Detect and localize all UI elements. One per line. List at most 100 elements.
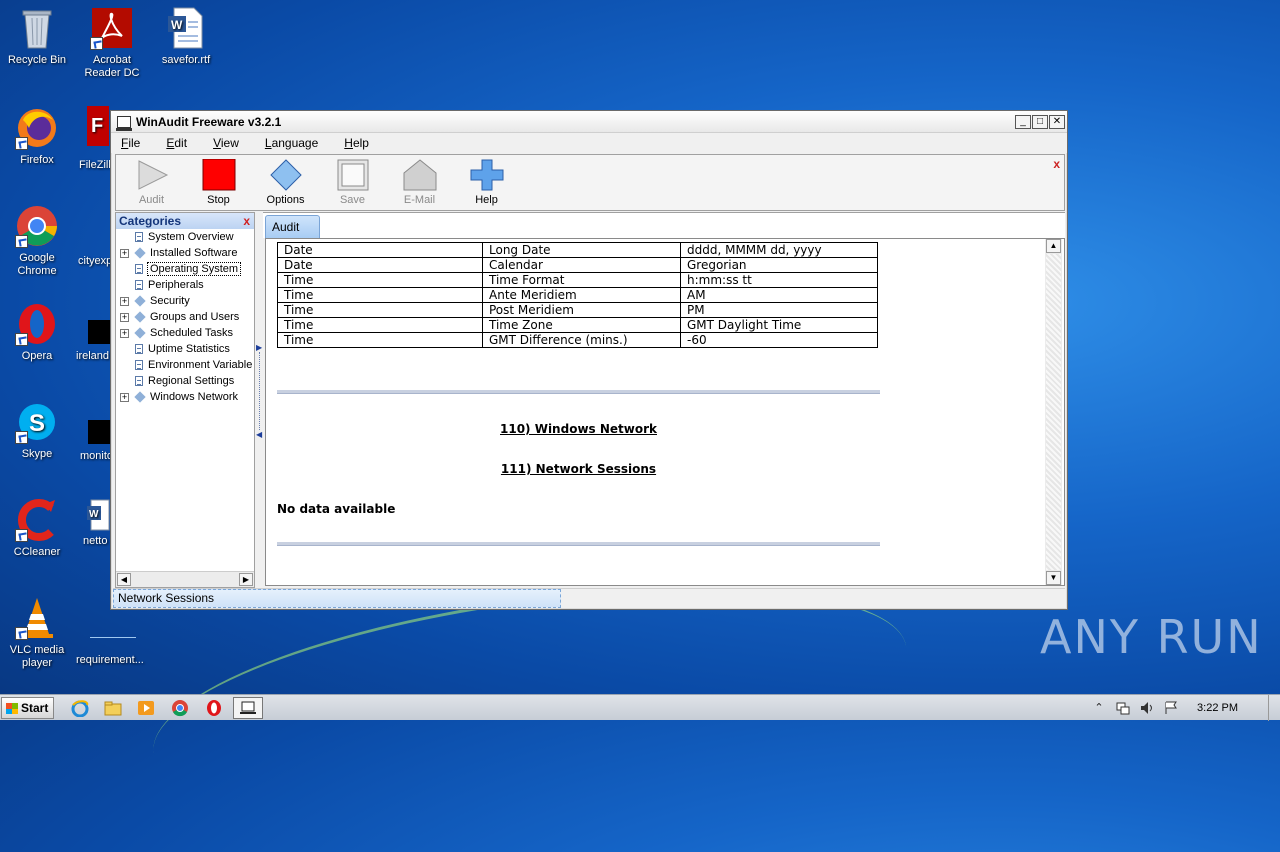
- category-item[interactable]: + Installed Software: [116, 245, 254, 261]
- desktop-icon-label: Recycle Bin: [7, 54, 67, 66]
- value-cell: AM: [680, 287, 878, 303]
- shortcut-arrow-icon: [15, 431, 28, 444]
- category-label: Environment Variable: [148, 359, 253, 371]
- action-center-flag-icon[interactable]: [1164, 701, 1178, 715]
- category-item[interactable]: + Scheduled Tasks: [116, 325, 254, 341]
- section-windows-network: 110) Windows Network: [500, 422, 657, 436]
- expand-icon[interactable]: +: [120, 392, 129, 402]
- save-button[interactable]: Save: [319, 155, 386, 210]
- media-player-icon[interactable]: [137, 699, 155, 717]
- desktop-icon-ccleaner[interactable]: CCleaner: [0, 498, 74, 559]
- show-desktop-button[interactable]: [1268, 695, 1280, 721]
- menu-file[interactable]: File: [121, 136, 140, 150]
- category-tree: System Overview + Installed Software Operat…: [116, 229, 254, 405]
- value-cell: dddd, MMMM dd, yyyy: [680, 242, 878, 258]
- scroll-thumb[interactable]: [1046, 254, 1061, 570]
- taskbar-clock[interactable]: 3:22 PM: [1197, 702, 1238, 714]
- vertical-scrollbar[interactable]: ▲ ▼: [1045, 239, 1062, 585]
- desktop-icon-firefox[interactable]: Firefox: [0, 106, 74, 167]
- category-item[interactable]: + Windows Network: [116, 389, 254, 405]
- category-item[interactable]: + Groups and Users: [116, 309, 254, 325]
- desktop-icon-acrobat[interactable]: Acrobat Reader DC: [75, 6, 149, 80]
- desktop-icon-vlc[interactable]: VLC media player: [0, 596, 74, 670]
- pane-splitter[interactable]: ▶ ◀: [256, 341, 264, 451]
- scroll-up-icon[interactable]: ▲: [1046, 239, 1061, 253]
- shortcut-arrow-icon: [15, 529, 28, 542]
- toolbar-close-icon[interactable]: x: [1053, 157, 1060, 171]
- volume-icon[interactable]: [1140, 701, 1154, 715]
- email-button[interactable]: E-Mail: [386, 155, 453, 210]
- anyrun-watermark: ANY RUN: [1040, 610, 1263, 664]
- value-cell: GMT Daylight Time: [680, 317, 878, 333]
- category-item[interactable]: Environment Variable: [116, 357, 254, 373]
- scroll-right-icon[interactable]: ▶: [239, 573, 253, 586]
- title-bar[interactable]: WinAudit Freeware v3.2.1 _ □ ✕: [111, 111, 1067, 133]
- desktop-icon-cityexp[interactable]: cityexp: [78, 255, 112, 267]
- desktop-icon-monito[interactable]: monito: [80, 420, 113, 462]
- tray-expand-icon[interactable]: ⌃: [1092, 701, 1106, 715]
- horizontal-scrollbar[interactable]: ◀ ▶: [116, 571, 254, 587]
- category-item[interactable]: Uptime Statistics: [116, 341, 254, 357]
- section-network-sessions: 111) Network Sessions: [500, 462, 657, 476]
- collapse-left-icon[interactable]: ◀: [256, 430, 264, 439]
- menu-view[interactable]: View: [213, 136, 239, 150]
- diamond-icon: [134, 295, 146, 307]
- desktop-icon-ireland[interactable]: ireland: [76, 320, 112, 362]
- start-button[interactable]: Start: [1, 697, 54, 719]
- desktop-icon-savefor[interactable]: W savefor.rtf: [149, 6, 223, 67]
- scroll-left-icon[interactable]: ◀: [117, 573, 131, 586]
- desktop-icon-chrome[interactable]: Google Chrome: [0, 204, 74, 278]
- winaudit-taskbar-button[interactable]: [233, 697, 263, 719]
- desktop-icon-recycle-bin[interactable]: Recycle Bin: [0, 6, 74, 67]
- property-cell: GMT Difference (mins.): [482, 332, 681, 348]
- category-item[interactable]: Peripherals: [116, 277, 254, 293]
- tab-audit[interactable]: Audit: [265, 215, 320, 239]
- category-item[interactable]: Regional Settings: [116, 373, 254, 389]
- scroll-down-icon[interactable]: ▼: [1046, 571, 1061, 585]
- property-cell: Time Zone: [482, 317, 681, 333]
- menu-help[interactable]: Help: [344, 136, 369, 150]
- minimize-button[interactable]: _: [1015, 114, 1031, 129]
- computer-icon: [240, 701, 256, 714]
- options-diamond-icon: [269, 159, 303, 191]
- desktop-icon-label: ireland: [76, 350, 110, 362]
- menu-language[interactable]: Language: [265, 136, 318, 150]
- expand-icon[interactable]: +: [120, 328, 129, 338]
- expand-icon[interactable]: +: [120, 296, 129, 306]
- expand-icon[interactable]: +: [120, 248, 129, 258]
- audit-button[interactable]: Audit: [118, 155, 185, 210]
- svg-text:W: W: [89, 509, 99, 520]
- close-button[interactable]: ✕: [1049, 114, 1065, 129]
- categories-close-icon[interactable]: x: [243, 213, 250, 229]
- help-button[interactable]: Help: [453, 155, 520, 210]
- category-item[interactable]: Operating System: [116, 261, 254, 277]
- expand-icon[interactable]: +: [120, 312, 129, 322]
- options-label: Options: [266, 194, 305, 206]
- stop-button[interactable]: Stop: [185, 155, 252, 210]
- desktop-icon-label: CCleaner: [13, 546, 61, 558]
- category-item[interactable]: System Overview: [116, 229, 254, 245]
- document-icon: [135, 264, 143, 274]
- menu-edit[interactable]: Edit: [166, 136, 187, 150]
- maximize-button[interactable]: □: [1032, 114, 1048, 129]
- desktop-icon-netto[interactable]: W netto: [83, 498, 113, 547]
- document-icon: [135, 280, 143, 290]
- opera-taskbar-icon[interactable]: [205, 699, 223, 717]
- network-icon[interactable]: [1116, 701, 1130, 715]
- desktop-icon-label: Acrobat Reader DC: [84, 54, 140, 79]
- document-icon: [135, 232, 143, 242]
- collapse-right-icon[interactable]: ▶: [256, 343, 264, 352]
- chrome-taskbar-icon[interactable]: [171, 699, 189, 717]
- options-button[interactable]: Options: [252, 155, 319, 210]
- desktop-icon-skype[interactable]: S Skype: [0, 400, 74, 461]
- desktop-icon-requirement[interactable]: requirement...: [76, 616, 144, 666]
- category-item[interactable]: + Security: [116, 293, 254, 309]
- status-text: Network Sessions: [113, 589, 561, 608]
- explorer-folder-icon[interactable]: [104, 699, 122, 717]
- category-label: Installed Software: [150, 247, 238, 259]
- table-row: Time GMT Difference (mins.) -60: [277, 332, 878, 348]
- desktop-icon-opera[interactable]: Opera: [0, 302, 74, 363]
- internet-explorer-icon[interactable]: [71, 699, 89, 717]
- system-tray: ⌃ 3:22 PM: [1087, 695, 1280, 721]
- shortcut-arrow-icon: [15, 627, 28, 640]
